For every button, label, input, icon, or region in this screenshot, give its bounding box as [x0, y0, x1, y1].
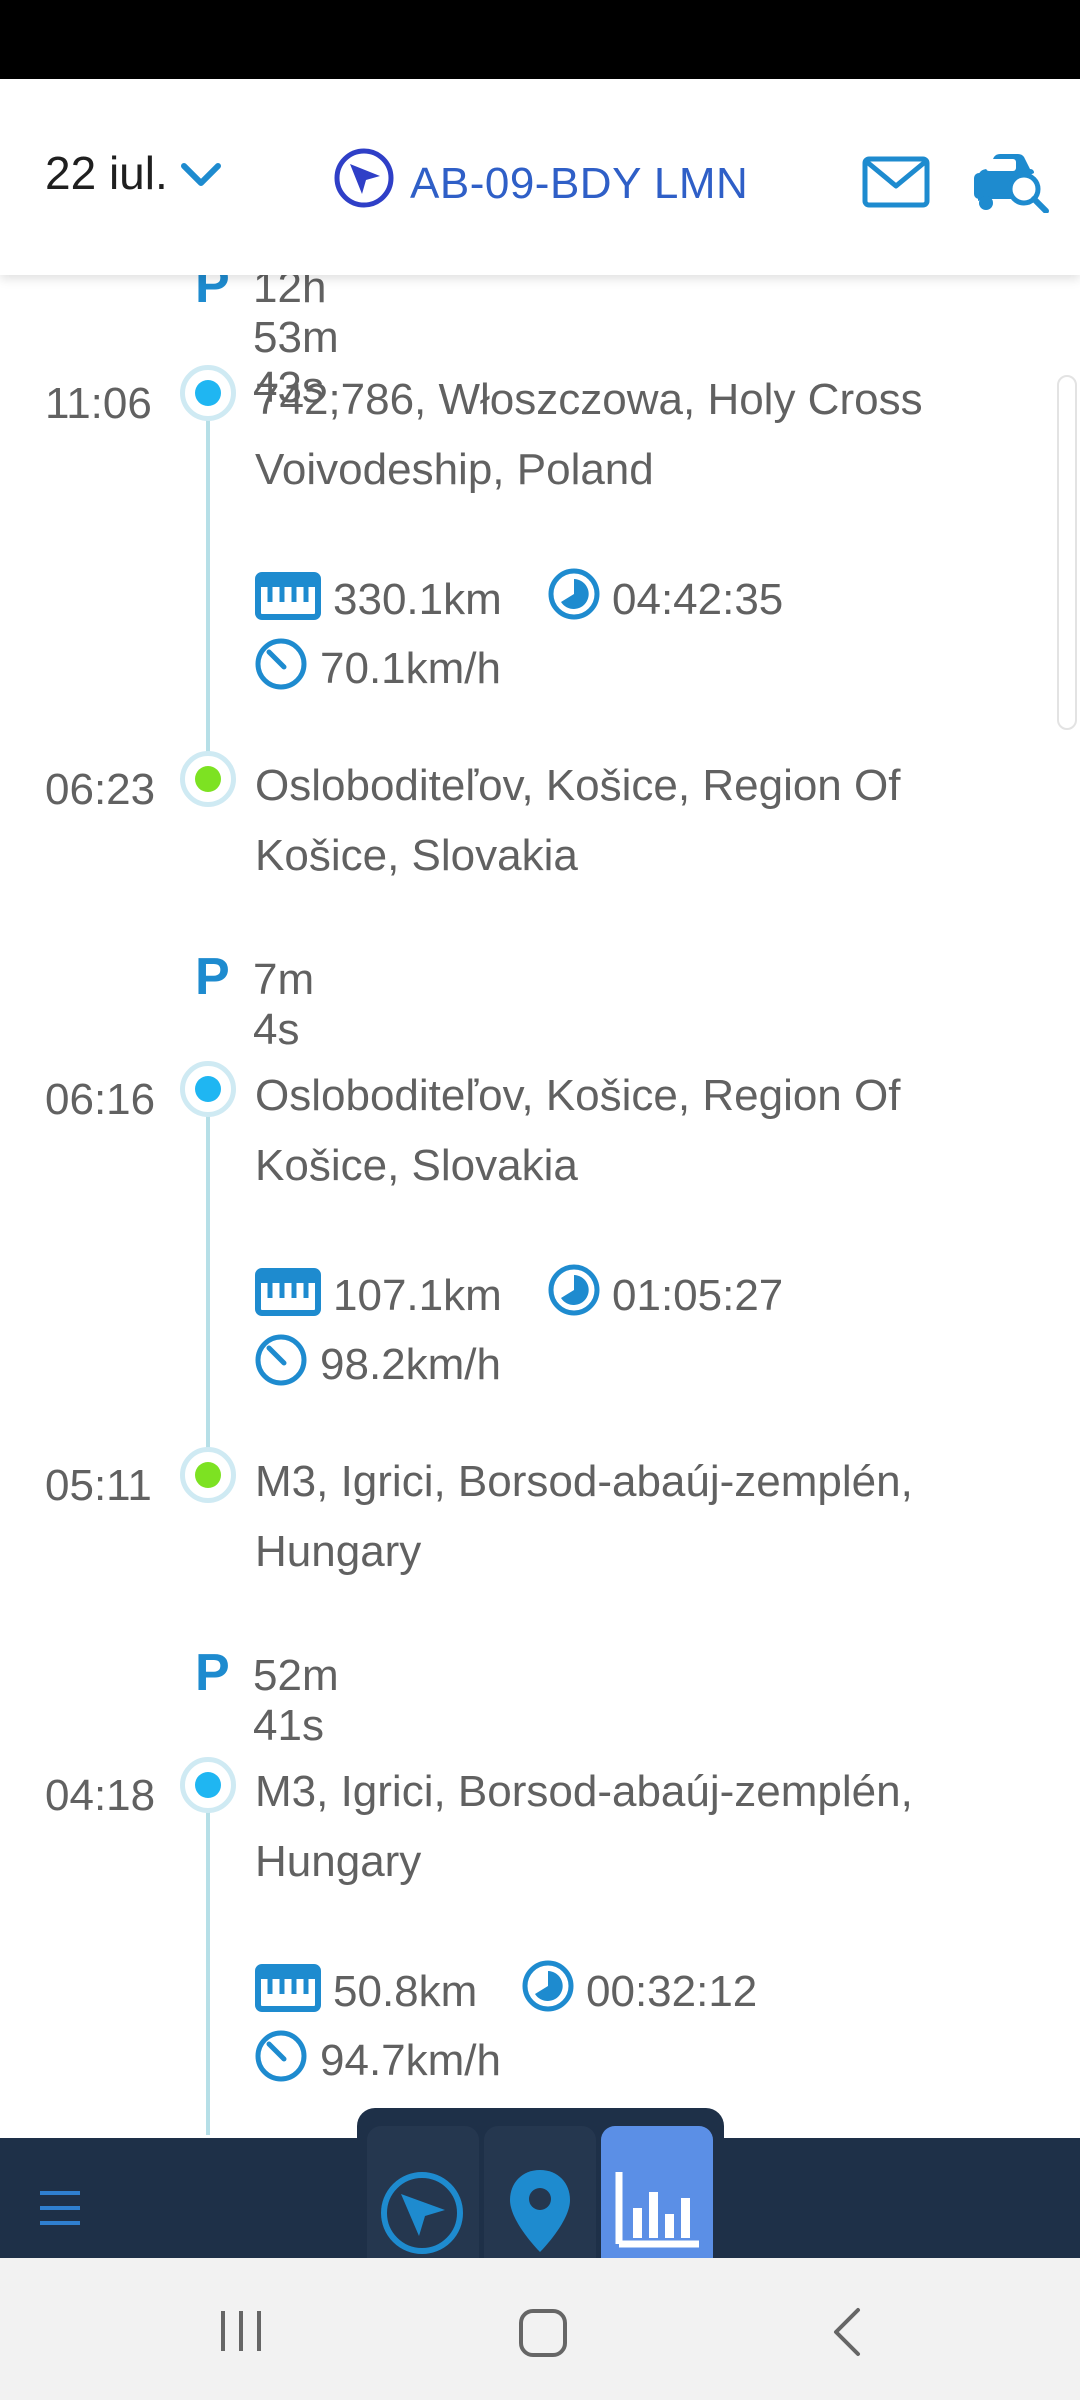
- ruler-icon: [255, 572, 321, 620]
- clock-icon: [548, 568, 600, 620]
- main-tabs: [357, 2108, 724, 2258]
- parking-duration: 52m 41s: [253, 1651, 339, 1750]
- navigation-arrow-icon: [334, 148, 394, 208]
- trip-start-address[interactable]: M3, Igrici, Borsod-abaúj-zemplén, Hungar…: [255, 1757, 995, 1897]
- recent-apps-icon[interactable]: [217, 2309, 265, 2353]
- back-icon[interactable]: [828, 2306, 864, 2358]
- trip-timeline[interactable]: P 12h 53m 43s 11:06 742;786, Włoszczowa,…: [0, 275, 1080, 2135]
- trip-end-address[interactable]: Osloboditeľov, Košice, Region Of Košice,…: [255, 751, 995, 891]
- trip-duration: 01:05:27: [612, 1271, 784, 1320]
- tab-map[interactable]: [484, 2126, 596, 2258]
- trip-start-time: 11:06: [45, 379, 152, 428]
- chevron-down-icon[interactable]: [180, 161, 222, 189]
- parking-icon: P: [195, 948, 230, 1006]
- trip-start-time: 04:18: [45, 1771, 156, 1820]
- speedometer-icon: [255, 2030, 307, 2082]
- trip-start-address[interactable]: Osloboditeľov, Košice, Region Of Košice,…: [255, 1061, 995, 1201]
- trip-avg-speed: 70.1km/h: [320, 644, 501, 693]
- trip-line: [206, 1090, 210, 1468]
- trip-avg-speed: 98.2km/h: [320, 1340, 501, 1389]
- bar-chart-icon: [615, 2172, 699, 2248]
- parking-icon: P: [195, 1644, 230, 1702]
- trip-distance: 50.8km: [333, 1967, 478, 2016]
- trip-line: [206, 1785, 210, 2135]
- trip-line: [206, 393, 210, 771]
- trip-distance: 107.1km: [333, 1271, 502, 1320]
- trip-avg-speed: 94.7km/h: [320, 2036, 501, 2085]
- trip-start-dot: [180, 1757, 236, 1813]
- clock-icon: [548, 1264, 600, 1316]
- trip-start-dot: [180, 1061, 236, 1117]
- trip-duration: 00:32:12: [586, 1967, 758, 2016]
- trip-end-dot: [180, 1447, 236, 1503]
- home-icon[interactable]: [518, 2308, 568, 2358]
- trip-start-dot: [180, 365, 236, 421]
- ruler-icon: [255, 1964, 321, 2012]
- trip-start-address[interactable]: 742;786, Włoszczowa, Holy Cross Voivodes…: [255, 365, 995, 505]
- date-selector[interactable]: 22 iul.: [45, 146, 168, 200]
- navigation-arrow-icon: [381, 2172, 463, 2254]
- trip-start-time: 06:16: [45, 1075, 156, 1124]
- app-header: 22 iul. AB-09-BDY LMN: [0, 79, 1080, 275]
- parking-duration: 7m 4s: [253, 955, 315, 1054]
- ruler-icon: [255, 1268, 321, 1316]
- trip-end-dot: [180, 751, 236, 807]
- tab-tracking[interactable]: [367, 2126, 479, 2258]
- speedometer-icon: [255, 638, 307, 690]
- tab-reports[interactable]: [601, 2126, 713, 2258]
- clock-icon: [522, 1960, 574, 2012]
- trip-end-time: 06:23: [45, 765, 156, 814]
- status-bar: [0, 0, 1080, 79]
- menu-icon[interactable]: [38, 2188, 82, 2228]
- car-search-icon[interactable]: [972, 151, 1050, 213]
- map-pin-icon: [510, 2170, 570, 2252]
- scrollbar[interactable]: [1057, 375, 1077, 730]
- mail-icon[interactable]: [862, 156, 930, 208]
- vehicle-selector[interactable]: AB-09-BDY LMN: [410, 159, 748, 209]
- trip-end-address[interactable]: M3, Igrici, Borsod-abaúj-zemplén, Hungar…: [255, 1447, 995, 1587]
- system-navigation-bar: [0, 2258, 1080, 2400]
- parking-icon: P: [195, 275, 230, 314]
- trip-duration: 04:42:35: [612, 575, 784, 624]
- trip-distance: 330.1km: [333, 575, 502, 624]
- trip-end-time: 05:11: [45, 1461, 152, 1510]
- speedometer-icon: [255, 1334, 307, 1386]
